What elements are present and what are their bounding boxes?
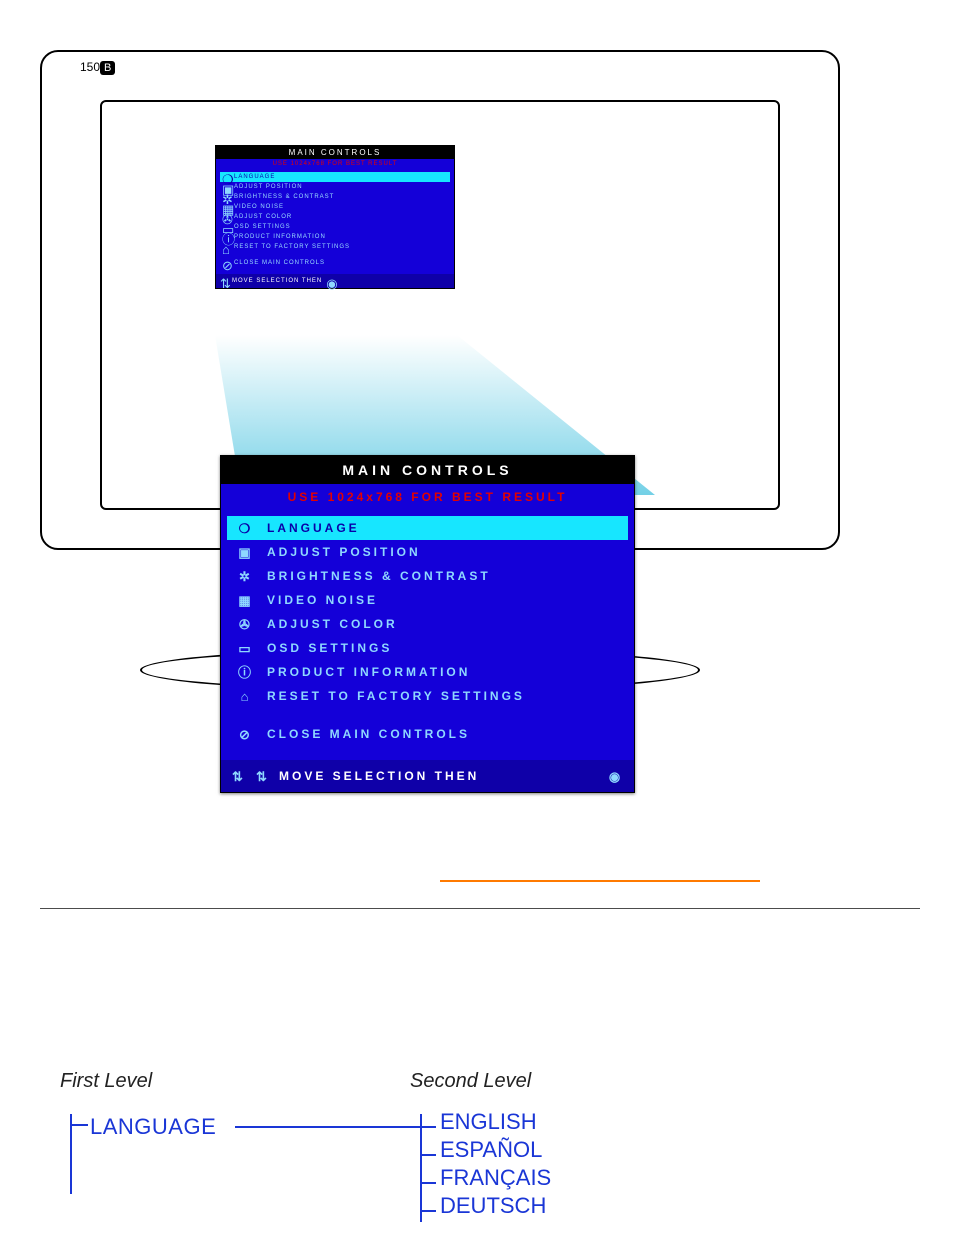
- palette-icon: ✇: [237, 616, 255, 632]
- osd-footer: ⇅ ⇅ MOVE SELECTION THEN ◉: [221, 760, 634, 792]
- position-icon: ▣: [222, 183, 230, 191]
- osd-item[interactable]: ▣ ADJUST POSITION: [220, 182, 450, 192]
- osd-item-label: PRODUCT INFORMATION: [234, 234, 326, 240]
- ok-icon: ◉: [326, 277, 334, 285]
- osd-close[interactable]: ⊘ CLOSE MAIN CONTROLS: [227, 722, 628, 746]
- tree-level2-item: ESPAÑOL: [440, 1136, 551, 1164]
- factory-icon: ⌂: [222, 243, 230, 251]
- osd-item-adjust-color[interactable]: ✇ ADJUST COLOR: [227, 612, 628, 636]
- osd-item-label: LANGUAGE: [234, 174, 275, 180]
- osd-item-osd-settings[interactable]: ▭ OSD SETTINGS: [227, 636, 628, 660]
- factory-icon: ⌂: [237, 688, 255, 704]
- tree-header-level2: Second Level: [410, 1070, 531, 1093]
- osd-item-factory-reset[interactable]: ⌂ RESET TO FACTORY SETTINGS: [227, 684, 628, 708]
- info-icon: ⓘ: [222, 233, 230, 241]
- osd-title: MAIN CONTROLS: [216, 146, 454, 159]
- monitor-model-label: 150B: [80, 60, 115, 75]
- close-icon: ⊘: [237, 726, 255, 742]
- tree-connector: [235, 1126, 420, 1128]
- tree-branch: [420, 1114, 434, 1222]
- tree-level1-item: LANGUAGE: [90, 1114, 216, 1140]
- tree-level2-item: ENGLISH: [440, 1108, 551, 1136]
- osd-item[interactable]: ▭ OSD SETTINGS: [220, 222, 450, 232]
- osd-item-label: PRODUCT INFORMATION: [267, 665, 470, 679]
- osd-item[interactable]: ✲ BRIGHTNESS & CONTRAST: [220, 192, 450, 202]
- sun-icon: ✲: [237, 568, 255, 584]
- updown-icon: ⇅: [231, 768, 247, 784]
- osd-item-label: BRIGHTNESS & CONTRAST: [234, 194, 334, 200]
- osd-item-label: ADJUST COLOR: [234, 214, 292, 220]
- osd-body: ❍ LANGUAGE ▣ ADJUST POSITION ✲ BRIGHTNES…: [221, 510, 634, 760]
- osd-subtitle: USE 1024x768 FOR BEST RESULT: [216, 159, 454, 169]
- monitor-icon: ▭: [237, 640, 255, 656]
- osd-menu: MAIN CONTROLS USE 1024x768 FOR BEST RESU…: [220, 455, 635, 793]
- osd-close[interactable]: ⊘ CLOSE MAIN CONTROLS: [220, 258, 450, 268]
- tree-branch: [70, 1114, 86, 1194]
- osd-item-label: OSD SETTINGS: [267, 641, 392, 655]
- osd-item-label: ADJUST POSITION: [234, 184, 303, 190]
- model-badge: B: [100, 61, 115, 75]
- osd-item-label: OSD SETTINGS: [234, 224, 291, 230]
- info-icon: ⓘ: [237, 664, 255, 680]
- divider: [40, 908, 920, 909]
- palette-icon: ✇: [222, 213, 230, 221]
- osd-title: MAIN CONTROLS: [221, 456, 634, 484]
- osd-item-video-noise[interactable]: ▦ VIDEO NOISE: [227, 588, 628, 612]
- tree-level2-list: ENGLISH ESPAÑOL FRANÇAIS DEUTSCH: [440, 1108, 551, 1220]
- osd-item-label: ADJUST POSITION: [267, 545, 421, 559]
- osd-menu-thumbnail: MAIN CONTROLS USE 1024x768 FOR BEST RESU…: [215, 145, 455, 289]
- globe-icon: ❍: [222, 173, 230, 181]
- monitor-icon: ▭: [222, 223, 230, 231]
- osd-item-label: VIDEO NOISE: [267, 593, 378, 607]
- updown-icon: ⇅: [220, 277, 228, 285]
- osd-item-label: ADJUST COLOR: [267, 617, 398, 631]
- ok-icon: ◉: [608, 768, 624, 784]
- osd-close-label: CLOSE MAIN CONTROLS: [267, 727, 470, 741]
- osd-footer-label: MOVE SELECTION THEN: [232, 278, 322, 284]
- grid-icon: ▦: [222, 203, 230, 211]
- model-prefix: 150: [80, 60, 100, 74]
- grid-icon: ▦: [237, 592, 255, 608]
- osd-item-label: VIDEO NOISE: [234, 204, 284, 210]
- sun-icon: ✲: [222, 193, 230, 201]
- osd-footer-label: MOVE SELECTION THEN: [279, 769, 479, 783]
- tree-header-level1: First Level: [60, 1070, 152, 1093]
- updown-icon: ⇅: [255, 768, 271, 784]
- spacer: [227, 708, 628, 722]
- osd-footer: ⇅ MOVE SELECTION THEN ◉: [216, 274, 454, 288]
- osd-item-adjust-position[interactable]: ▣ ADJUST POSITION: [227, 540, 628, 564]
- osd-item-label: LANGUAGE: [267, 521, 360, 535]
- globe-icon: ❍: [237, 520, 255, 536]
- osd-item[interactable]: ✇ ADJUST COLOR: [220, 212, 450, 222]
- position-icon: ▣: [237, 544, 255, 560]
- close-icon: ⊘: [222, 259, 230, 267]
- osd-subtitle: USE 1024x768 FOR BEST RESULT: [221, 484, 634, 510]
- osd-item[interactable]: ▦ VIDEO NOISE: [220, 202, 450, 212]
- osd-item-label: BRIGHTNESS & CONTRAST: [267, 569, 491, 583]
- osd-item-label: RESET TO FACTORY SETTINGS: [267, 689, 525, 703]
- osd-item-label: RESET TO FACTORY SETTINGS: [234, 244, 350, 250]
- osd-item[interactable]: ❍ LANGUAGE: [220, 172, 450, 182]
- osd-item-product-info[interactable]: ⓘ PRODUCT INFORMATION: [227, 660, 628, 684]
- osd-item-brightness-contrast[interactable]: ✲ BRIGHTNESS & CONTRAST: [227, 564, 628, 588]
- divider-accent: [440, 880, 760, 882]
- osd-close-label: CLOSE MAIN CONTROLS: [234, 260, 325, 266]
- tree-level2-item: FRANÇAIS: [440, 1164, 551, 1192]
- osd-body: ❍ LANGUAGE ▣ ADJUST POSITION ✲ BRIGHTNESS &…: [216, 169, 454, 274]
- tree-level2-item: DEUTSCH: [440, 1192, 551, 1220]
- osd-item[interactable]: ⓘ PRODUCT INFORMATION: [220, 232, 450, 242]
- osd-item-language[interactable]: ❍ LANGUAGE: [227, 516, 628, 540]
- osd-item[interactable]: ⌂ RESET TO FACTORY SETTINGS: [220, 242, 450, 252]
